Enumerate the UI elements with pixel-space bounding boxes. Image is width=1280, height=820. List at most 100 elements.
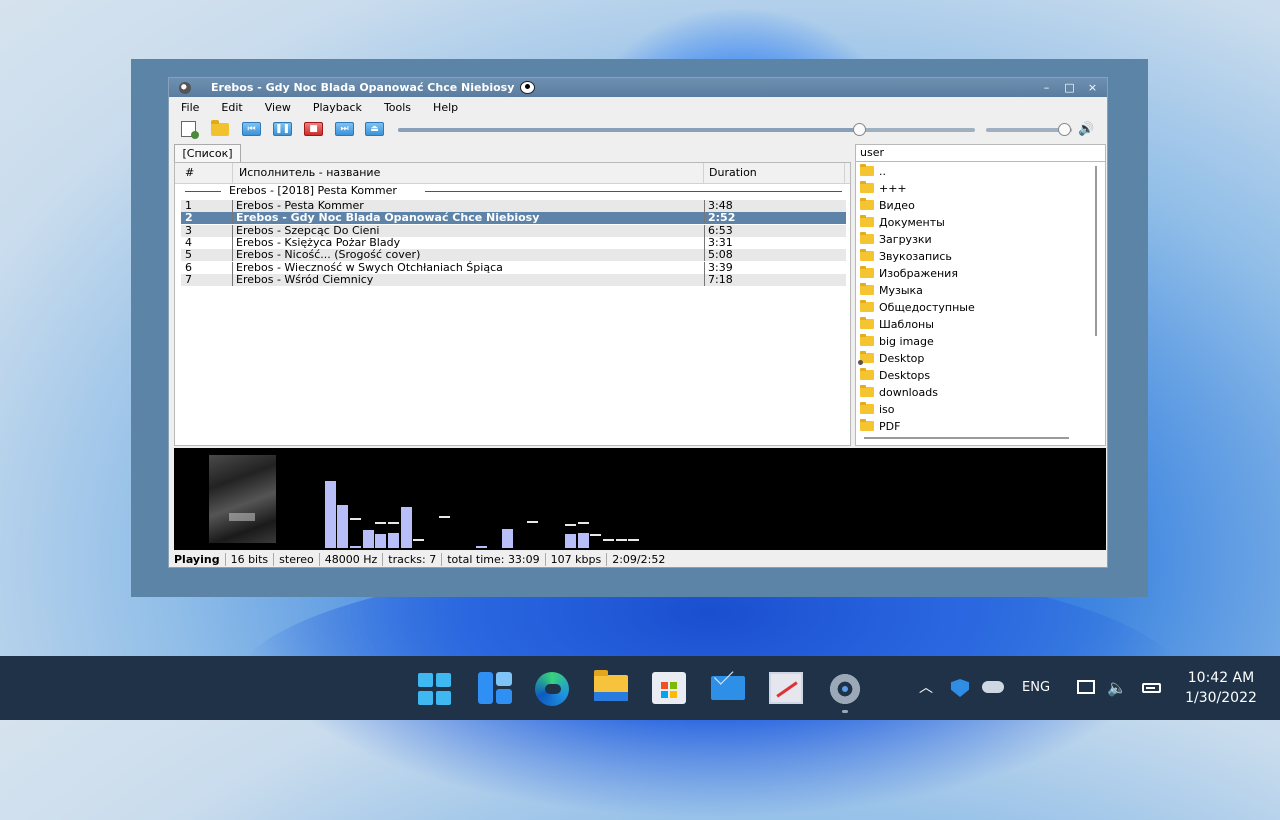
title-bar[interactable]: Erebos - Gdy Noc Blada Opanować Chce Nie… (169, 78, 1107, 97)
file-browser-path[interactable]: user (855, 144, 1106, 162)
list-item[interactable]: Музыка (860, 283, 923, 299)
table-row[interactable]: 6 Erebos - Wieczność w Swych Otchłaniach … (181, 260, 846, 274)
seek-handle[interactable] (852, 123, 866, 136)
folder-icon (860, 283, 874, 295)
track-duration: 2:52 (708, 211, 736, 225)
list-item[interactable]: Изображения (860, 266, 958, 282)
menu-file[interactable]: File (169, 101, 210, 114)
folder-icon (860, 385, 874, 397)
battery-icon[interactable] (1142, 683, 1161, 693)
new-playlist-icon[interactable] (181, 121, 199, 139)
spectrum-peak (577, 522, 589, 524)
file-name: Видео (879, 199, 915, 212)
status-bitrate: 107 kbps (546, 553, 608, 566)
menu-view[interactable]: View (254, 101, 302, 114)
status-state: Playing (174, 553, 226, 566)
column-duration[interactable]: Duration (709, 166, 757, 179)
album-cover (209, 455, 276, 543)
folder-icon (858, 351, 874, 365)
track-title: Erebos - Szepcąc Do Cieni (236, 223, 380, 237)
volume-slider[interactable] (986, 123, 1072, 136)
pause-icon[interactable]: ❚❚ (273, 122, 292, 136)
list-item[interactable]: .. (860, 164, 886, 180)
seek-slider[interactable] (398, 123, 975, 136)
table-row[interactable]: 4 Erebos - Księżyca Pożar Blady 3:31 (181, 236, 846, 249)
language-indicator[interactable]: ENG (1022, 656, 1050, 720)
network-icon[interactable] (1077, 680, 1095, 694)
volume-handle[interactable] (1058, 123, 1072, 136)
list-item[interactable]: Звукозапись (860, 249, 952, 265)
track-duration: 5:08 (708, 248, 733, 262)
mail-icon[interactable] (711, 676, 745, 700)
volume-icon[interactable]: 🔈 (1107, 656, 1127, 720)
store-icon[interactable] (652, 672, 686, 704)
previous-icon[interactable]: ⏮ (242, 122, 261, 136)
chevron-up-icon[interactable]: ︿ (919, 656, 933, 720)
list-item[interactable]: Desktop (858, 351, 924, 367)
menu-help[interactable]: Help (422, 101, 469, 114)
close-button[interactable]: × (1086, 81, 1099, 94)
list-item[interactable]: Документы (860, 215, 945, 231)
column-title[interactable]: Исполнитель - название (239, 166, 380, 179)
folder-icon (860, 198, 874, 210)
folder-icon (860, 317, 874, 329)
folder-icon (860, 215, 874, 227)
start-icon[interactable] (418, 673, 452, 705)
edge-icon[interactable] (535, 672, 569, 706)
eject-icon[interactable]: ⏏ (365, 122, 384, 136)
clock[interactable]: 10:42 AM 1/30/2022 (1176, 668, 1266, 708)
table-row[interactable]: 1 Erebos - Pesta Kommer 3:48 (181, 200, 846, 212)
speaker-icon[interactable]: 🔊 (1078, 122, 1100, 138)
next-icon[interactable]: ⏭ (335, 122, 354, 136)
list-item[interactable]: Шаблоны (860, 317, 934, 333)
table-row[interactable]: 3 Erebos - Szepcąc Do Cieni 6:53 (181, 223, 846, 237)
table-row[interactable]: 5 Erebos - Nicość... (Srogość cover) 5:08 (181, 248, 846, 262)
file-list[interactable]: .. +++ Видео Документы Загрузки Звукозапись Из… (855, 162, 1106, 446)
file-list-hscroll[interactable] (864, 437, 1069, 439)
folder-icon (860, 300, 874, 312)
seek-fill (398, 128, 860, 132)
list-item[interactable]: PDF (860, 419, 900, 435)
security-icon[interactable] (951, 679, 969, 697)
spectrum-peak (438, 516, 450, 518)
taskbar: ︿ ENG 🔈 10:42 AM 1/30/2022 (0, 656, 1280, 720)
table-row[interactable]: 7 Erebos - Wśród Ciemnicy 7:18 (181, 272, 846, 286)
tab-playlist[interactable]: [Список] (174, 144, 241, 162)
cloud-icon[interactable] (982, 681, 1004, 693)
playlist-header: # Исполнитель - название Duration (175, 163, 850, 184)
eye-icon (520, 81, 536, 94)
column-num[interactable]: # (185, 166, 194, 179)
list-item[interactable]: Загрузки (860, 232, 932, 248)
stop-icon[interactable]: ■ (304, 122, 323, 136)
track-title: Erebos - Wieczność w Swych Otchłaniach Ś… (236, 260, 503, 274)
track-title: Erebos - Nicość... (Srogość cover) (236, 248, 421, 262)
list-item[interactable]: Desktops (860, 368, 930, 384)
folder-icon (860, 249, 874, 261)
list-item[interactable]: iso (860, 402, 895, 418)
maximize-button[interactable]: □ (1063, 81, 1076, 94)
minimize-button[interactable]: – (1040, 81, 1053, 94)
file-list-vscroll[interactable] (1095, 166, 1097, 336)
menu-playback[interactable]: Playback (302, 101, 373, 114)
settings-icon[interactable] (828, 672, 862, 706)
list-item[interactable]: Общедоступные (860, 300, 975, 316)
window-title: Erebos - Gdy Noc Blada Opanować Chce Nie… (211, 81, 515, 94)
file-explorer-icon[interactable] (594, 670, 628, 701)
file-name: Музыка (879, 284, 923, 297)
menu-edit[interactable]: Edit (210, 101, 253, 114)
spectrum-bar (565, 534, 576, 548)
player-app-icon (179, 81, 191, 94)
list-item[interactable]: big image (860, 334, 934, 350)
list-item[interactable]: Видео (860, 198, 915, 214)
status-channels: stereo (274, 553, 320, 566)
widgets-icon[interactable] (478, 672, 512, 704)
table-row[interactable]: 2 Erebos - Gdy Noc Blada Opanować Chce Ni… (181, 211, 846, 225)
open-folder-icon[interactable] (211, 120, 229, 136)
playlist-view[interactable]: # Исполнитель - название Duration Erebos… (174, 162, 851, 446)
list-item[interactable]: +++ (860, 181, 907, 197)
spectrum-peak (349, 518, 361, 520)
track-title: Erebos - Wśród Ciemnicy (236, 272, 374, 286)
list-item[interactable]: downloads (860, 385, 938, 401)
app-icon[interactable] (769, 672, 803, 704)
menu-tools[interactable]: Tools (373, 101, 422, 114)
